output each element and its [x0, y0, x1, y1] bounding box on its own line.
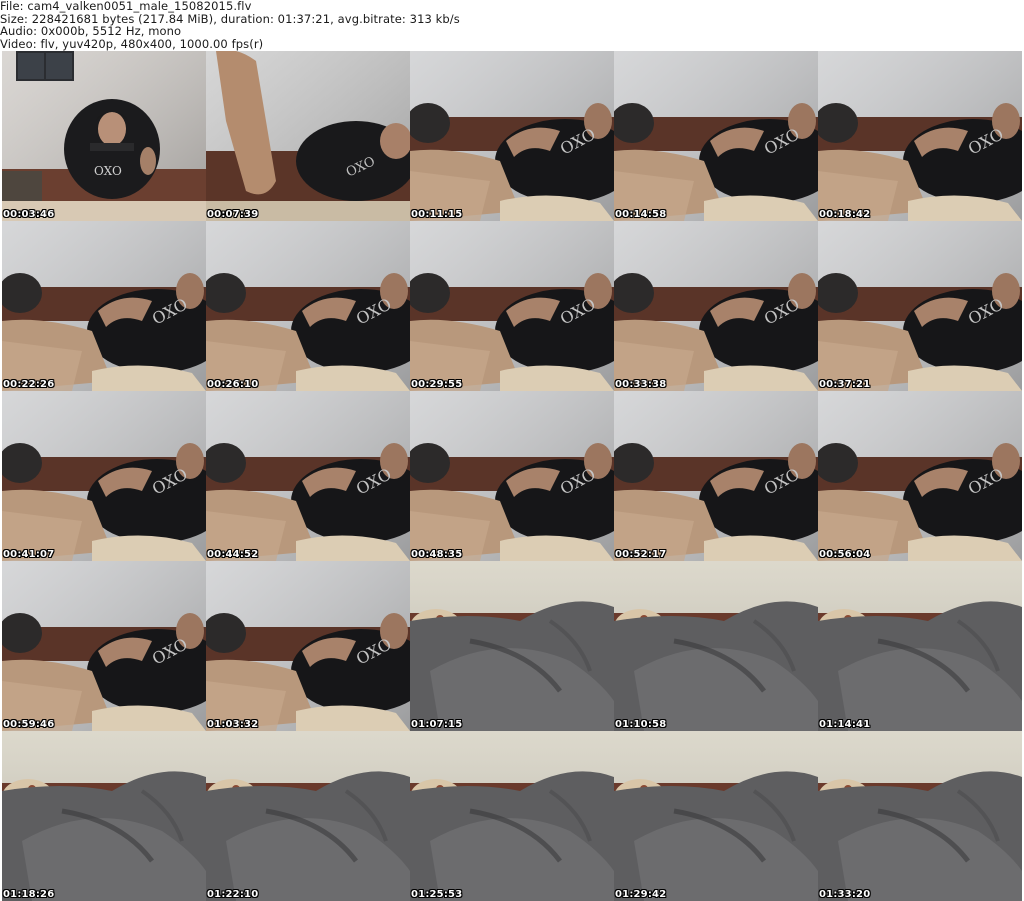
thumbnail-timestamp: 00:03:46: [3, 209, 55, 220]
thumbnail-timestamp: 01:18:26: [3, 889, 55, 900]
thumbnail-timestamp: 00:18:42: [819, 209, 871, 220]
thumbnail-frame-image: [410, 561, 614, 731]
video-thumbnail: 01:18:26: [2, 731, 206, 901]
video-thumbnail: OXO 00:11:15: [410, 51, 614, 221]
thumbnail-frame-image: [818, 561, 1022, 731]
video-thumbnail: OXO 00:52:17: [614, 391, 818, 561]
thumbnail-timestamp: 00:14:58: [615, 209, 667, 220]
thumbnail-timestamp: 01:33:20: [819, 889, 871, 900]
thumbnail-frame-image: OXO: [410, 391, 614, 561]
thumbnail-timestamp: 01:29:42: [615, 889, 667, 900]
thumbnail-timestamp: 01:03:32: [207, 719, 259, 730]
thumbnail-timestamp: 01:25:53: [411, 889, 463, 900]
thumbnail-frame-image: OXO: [818, 51, 1022, 221]
file-info-header: File: cam4_valken0051_male_15082015.flv …: [0, 0, 1024, 51]
video-thumbnail: OXO 00:59:46: [2, 561, 206, 731]
thumbnail-frame-image: OXO: [818, 391, 1022, 561]
thumbnail-timestamp: 00:52:17: [615, 549, 667, 560]
thumbnail-timestamp: 01:10:58: [615, 719, 667, 730]
video-thumbnail: OXO 00:41:07: [2, 391, 206, 561]
thumbnail-timestamp: 00:33:38: [615, 379, 667, 390]
thumbnail-timestamp: 00:07:39: [207, 209, 259, 220]
video-thumbnail: OXO 00:07:39: [206, 51, 410, 221]
audio-info-line: Audio: 0x000b, 5512 Hz, mono: [0, 24, 182, 38]
thumbnail-frame-image: OXO: [206, 221, 410, 391]
video-thumbnail: OXO 00:18:42: [818, 51, 1022, 221]
thumbnail-frame-image: [818, 731, 1022, 901]
video-thumbnail: 01:10:58: [614, 561, 818, 731]
thumbnail-timestamp: 01:14:41: [819, 719, 871, 730]
thumbnail-frame-image: [614, 731, 818, 901]
video-thumbnail: 01:14:41: [818, 561, 1022, 731]
thumbnail-timestamp: 00:22:26: [3, 379, 55, 390]
thumbnail-timestamp: 00:29:55: [411, 379, 463, 390]
video-thumbnail: OXO 00:56:04: [818, 391, 1022, 561]
video-thumbnail: OXO 00:48:35: [410, 391, 614, 561]
file-name-line: File: cam4_valken0051_male_15082015.flv: [0, 0, 252, 13]
thumbnail-frame-image: OXO: [818, 221, 1022, 391]
video-thumbnail: OXO 01:03:32: [206, 561, 410, 731]
thumbnail-frame-image: OXO: [614, 221, 818, 391]
thumbnail-timestamp: 00:37:21: [819, 379, 871, 390]
thumbnail-timestamp: 00:11:15: [411, 209, 463, 220]
thumbnail-frame-image: [410, 731, 614, 901]
thumbnail-frame-image: OXO: [2, 561, 206, 731]
video-thumbnail: OXO 00:22:26: [2, 221, 206, 391]
svg-text:OXO: OXO: [94, 164, 122, 178]
thumbnail-frame-image: OXO: [410, 51, 614, 221]
video-thumbnail: 01:29:42: [614, 731, 818, 901]
thumbnail-frame-image: OXO: [206, 51, 410, 221]
thumbnail-timestamp: 01:07:15: [411, 719, 463, 730]
thumbnail-frame-image: OXO: [2, 51, 206, 221]
video-info-line: Video: flv, yuv420p, 480x400, 1000.00 fp…: [0, 36, 264, 51]
thumbnail-frame-image: OXO: [206, 561, 410, 731]
video-thumbnail: 01:22:10: [206, 731, 410, 901]
thumbnail-timestamp: 00:56:04: [819, 549, 871, 560]
video-thumbnail: OXO 00:14:58: [614, 51, 818, 221]
video-thumbnail: OXO 00:29:55: [410, 221, 614, 391]
video-thumbnail: 01:33:20: [818, 731, 1022, 901]
video-thumbnail: OXO 00:03:46: [2, 51, 206, 221]
thumbnail-frame-image: OXO: [2, 221, 206, 391]
thumbnail-frame-image: [206, 731, 410, 901]
thumbnail-frame-image: OXO: [206, 391, 410, 561]
video-thumbnail: 01:07:15: [410, 561, 614, 731]
video-thumbnail: OXO 00:33:38: [614, 221, 818, 391]
thumbnail-timestamp: 00:48:35: [411, 549, 463, 560]
thumbnail-frame-image: OXO: [614, 391, 818, 561]
thumbnail-grid: OXO 00:03:46 OXO 00:07:39 OXO 00:11:15 O…: [2, 51, 1022, 901]
thumbnail-timestamp: 00:41:07: [3, 549, 55, 560]
video-thumbnail: OXO 00:37:21: [818, 221, 1022, 391]
thumbnail-timestamp: 00:26:10: [207, 379, 259, 390]
thumbnail-frame-image: OXO: [410, 221, 614, 391]
video-thumbnail: OXO 00:26:10: [206, 221, 410, 391]
thumbnail-frame-image: [614, 561, 818, 731]
video-thumbnail: 01:25:53: [410, 731, 614, 901]
thumbnail-frame-image: OXO: [614, 51, 818, 221]
thumbnail-frame-image: [2, 731, 206, 901]
thumbnail-frame-image: OXO: [2, 391, 206, 561]
video-thumbnail: OXO 00:44:52: [206, 391, 410, 561]
thumbnail-timestamp: 01:22:10: [207, 889, 259, 900]
thumbnail-timestamp: 00:59:46: [3, 719, 55, 730]
thumbnail-timestamp: 00:44:52: [207, 549, 259, 560]
